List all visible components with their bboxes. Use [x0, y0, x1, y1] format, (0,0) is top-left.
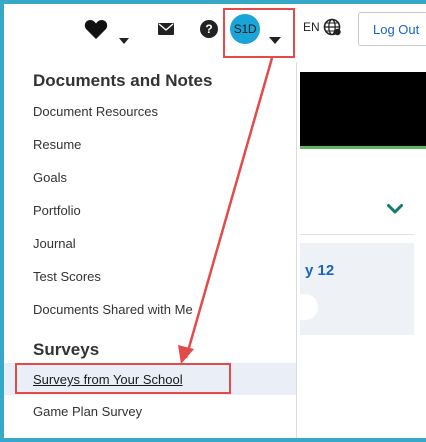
annotation-box-avatar [223, 8, 295, 58]
help-icon[interactable]: ? [200, 20, 218, 38]
globe-icon[interactable] [323, 18, 341, 36]
banner-accent-line [300, 146, 426, 149]
section-divider [300, 234, 414, 235]
menu-item-resume[interactable]: Resume [33, 137, 81, 152]
event-card[interactable] [300, 243, 414, 335]
heart-icon[interactable] [84, 18, 108, 40]
menu-item-journal[interactable]: Journal [33, 236, 76, 251]
surveys-heading: Surveys [33, 340, 100, 359]
favorites-chevron-down-icon[interactable] [119, 38, 129, 44]
chevron-down-icon[interactable] [387, 201, 403, 217]
menu-item-goals[interactable]: Goals [33, 170, 67, 185]
top-header: ? S1D EN Log Out [4, 4, 426, 62]
menu-item-document-resources[interactable]: Document Resources [33, 104, 158, 119]
event-date: y 12 [305, 262, 335, 279]
app-frame: ? S1D EN Log Out y 12 Documents and Note… [4, 4, 426, 438]
menu-item-portfolio[interactable]: Portfolio [33, 203, 81, 218]
menu-item-game-plan-survey[interactable]: Game Plan Survey [33, 404, 142, 419]
documents-heading: Documents and Notes [33, 71, 213, 90]
menu-item-documents-shared[interactable]: Documents Shared with Me [33, 302, 193, 317]
banner-image [300, 72, 426, 146]
menu-item-test-scores[interactable]: Test Scores [33, 269, 101, 284]
mail-icon[interactable] [158, 23, 174, 35]
annotation-box-surveys [15, 363, 231, 394]
language-label[interactable]: EN [303, 20, 320, 34]
logout-button[interactable]: Log Out [358, 12, 426, 46]
